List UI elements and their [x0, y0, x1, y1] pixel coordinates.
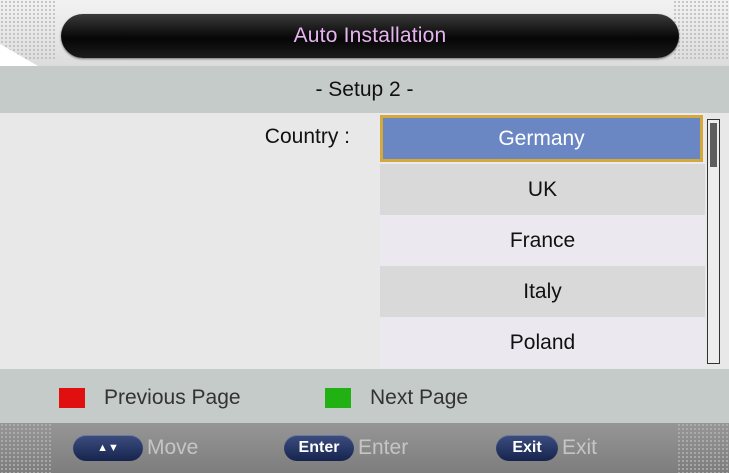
move-label: Move [147, 436, 199, 459]
list-item-germany[interactable]: Germany [380, 115, 703, 162]
country-list[interactable]: Germany UK France Italy Poland [380, 113, 705, 369]
previous-page-label: Previous Page [104, 386, 241, 409]
previous-page-hint[interactable]: Previous Page [59, 386, 241, 410]
footer-hint-bar: ▲▼ Move Enter Enter Exit Exit [0, 423, 729, 473]
move-hint[interactable]: ▲▼ Move [73, 435, 198, 461]
setup-step-band: - Setup 2 - [0, 66, 729, 113]
header-bar: Auto Installation [0, 0, 729, 66]
enter-label: Enter [358, 436, 409, 459]
enter-key-button: Enter [284, 435, 354, 461]
green-key-icon [325, 388, 351, 408]
exit-hint[interactable]: Exit Exit [496, 435, 597, 461]
auto-installation-window: Auto Installation - Setup 2 - Country : … [0, 0, 729, 473]
footer-texture [677, 423, 729, 473]
setup-step-title: - Setup 2 - [315, 77, 414, 101]
settings-panel: Country : Germany UK France Italy Poland [0, 113, 729, 369]
footer-texture [0, 423, 52, 473]
next-page-hint[interactable]: Next Page [325, 386, 468, 410]
page-title: Auto Installation [293, 24, 447, 47]
color-key-legend: Previous Page Next Page [0, 369, 729, 423]
enter-hint[interactable]: Enter Enter [284, 435, 408, 461]
list-item-poland[interactable]: Poland [380, 317, 705, 368]
next-page-label: Next Page [370, 386, 469, 409]
updown-arrow-icon: ▲▼ [73, 435, 143, 461]
country-label: Country : [264, 125, 350, 148]
scroll-thumb[interactable] [710, 123, 717, 167]
corner-fold-decoration [0, 44, 38, 66]
list-item-uk[interactable]: UK [380, 164, 705, 215]
list-item-italy[interactable]: Italy [380, 266, 705, 317]
exit-key-button: Exit [496, 435, 558, 461]
list-scrollbar[interactable] [707, 119, 720, 364]
corner-texture [673, 0, 729, 60]
list-item-france[interactable]: France [380, 215, 705, 266]
title-bar: Auto Installation [61, 14, 679, 58]
red-key-icon [59, 388, 85, 408]
exit-label: Exit [562, 436, 598, 459]
